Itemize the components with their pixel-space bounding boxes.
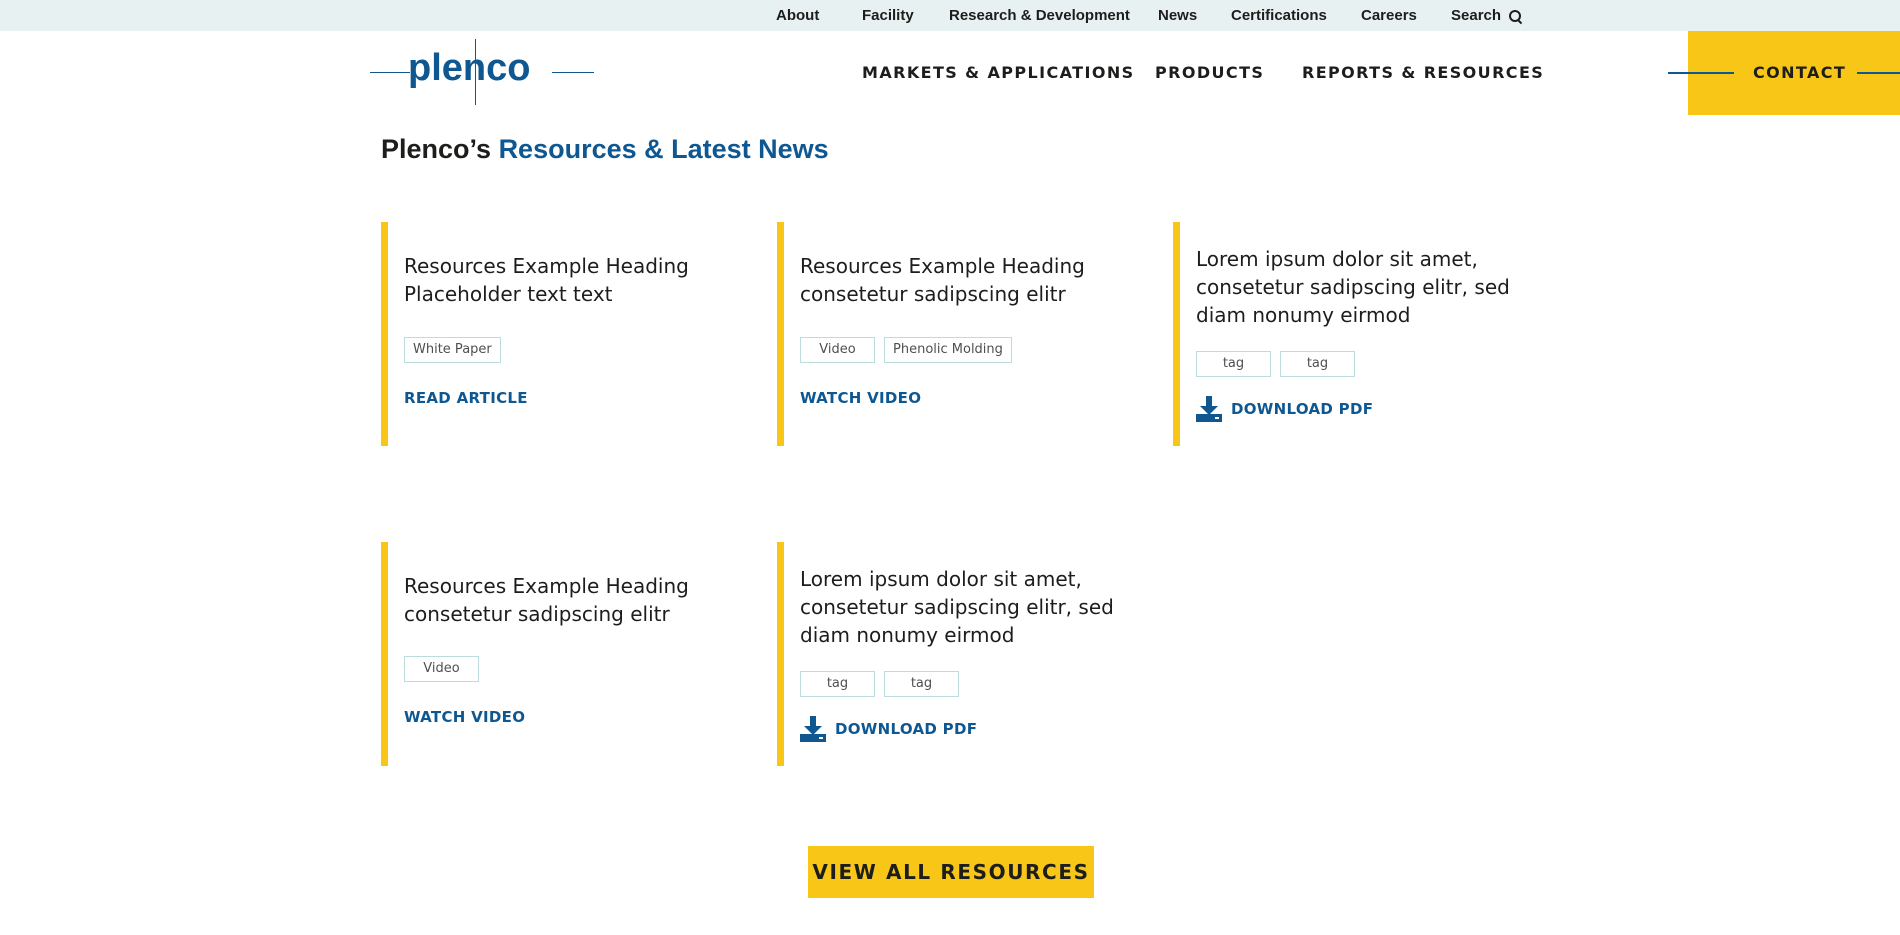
utility-bar: About Facility Research & Development Ne… bbox=[0, 0, 1900, 31]
download-pdf-link[interactable]: DOWNLOAD PDF bbox=[800, 716, 977, 742]
card-accent-bar bbox=[777, 542, 784, 766]
card-accent-bar bbox=[381, 542, 388, 766]
resource-card: Resources Example Heading consetetur sad… bbox=[777, 222, 1127, 446]
card-accent-bar bbox=[1173, 222, 1180, 446]
section-title-prefix: Plenco’s bbox=[381, 134, 492, 164]
resource-card: Resources Example Heading Placeholder te… bbox=[381, 222, 731, 446]
search-label: Search bbox=[1451, 7, 1502, 24]
card-tags: White Paper bbox=[404, 337, 501, 363]
card-tags: tag tag bbox=[1196, 351, 1355, 377]
plenco-logo[interactable]: plenco bbox=[370, 39, 594, 107]
read-article-link[interactable]: READ ARTICLE bbox=[404, 389, 528, 407]
contact-line-left bbox=[1668, 72, 1734, 74]
card-tags: Video bbox=[404, 656, 479, 682]
resource-card: Resources Example Heading consetetur sad… bbox=[381, 542, 731, 766]
card-tags: Video Phenolic Molding bbox=[800, 337, 1012, 363]
card-action-label: DOWNLOAD PDF bbox=[1231, 400, 1374, 418]
utility-link-certifications[interactable]: Certifications bbox=[1231, 7, 1327, 24]
card-action-label: WATCH VIDEO bbox=[404, 708, 526, 726]
card-tag[interactable]: tag bbox=[800, 671, 875, 697]
search-link[interactable]: Search bbox=[1451, 7, 1522, 24]
card-heading: Resources Example Heading Placeholder te… bbox=[404, 254, 689, 306]
watch-video-link[interactable]: WATCH VIDEO bbox=[800, 389, 921, 407]
card-tag[interactable]: White Paper bbox=[404, 337, 501, 363]
card-tags: tag tag bbox=[800, 671, 959, 697]
card-heading: Lorem ipsum dolor sit amet, consetetur s… bbox=[800, 567, 1114, 647]
card-action-label: WATCH VIDEO bbox=[800, 389, 922, 407]
logo-right-line bbox=[552, 72, 594, 73]
contact-label[interactable]: CONTACT bbox=[1753, 63, 1846, 82]
card-accent-bar bbox=[381, 222, 388, 446]
card-action-label: READ ARTICLE bbox=[404, 389, 528, 407]
card-tag[interactable]: tag bbox=[1196, 351, 1271, 377]
card-tag[interactable]: Video bbox=[404, 656, 479, 682]
card-tag[interactable]: tag bbox=[884, 671, 959, 697]
resource-card: Lorem ipsum dolor sit amet, consetetur s… bbox=[1173, 222, 1523, 446]
nav-products[interactable]: PRODUCTS bbox=[1155, 63, 1264, 82]
section-title: Plenco’s Resources & Latest News bbox=[381, 134, 829, 165]
card-tag[interactable]: Video bbox=[800, 337, 875, 363]
section-title-accent: Resources & Latest News bbox=[498, 134, 829, 164]
download-icon bbox=[1196, 396, 1222, 422]
utility-link-about[interactable]: About bbox=[776, 7, 819, 24]
card-heading: Resources Example Heading consetetur sad… bbox=[404, 574, 689, 626]
download-icon bbox=[800, 716, 826, 742]
utility-link-research[interactable]: Research & Development bbox=[949, 7, 1130, 24]
watch-video-link[interactable]: WATCH VIDEO bbox=[404, 708, 525, 726]
card-tag[interactable]: tag bbox=[1280, 351, 1355, 377]
card-accent-bar bbox=[777, 222, 784, 446]
search-icon bbox=[1509, 9, 1522, 22]
card-tag[interactable]: Phenolic Molding bbox=[884, 337, 1012, 363]
contact-line-right bbox=[1857, 72, 1900, 74]
logo-left-line bbox=[370, 72, 410, 73]
nav-markets-applications[interactable]: MARKETS & APPLICATIONS bbox=[862, 63, 1135, 82]
download-pdf-link[interactable]: DOWNLOAD PDF bbox=[1196, 396, 1373, 422]
logo-wordmark: plenco bbox=[408, 47, 531, 89]
utility-link-facility[interactable]: Facility bbox=[862, 7, 914, 24]
utility-link-careers[interactable]: Careers bbox=[1361, 7, 1417, 24]
nav-reports-resources[interactable]: REPORTS & RESOURCES bbox=[1302, 63, 1544, 82]
card-action-label: DOWNLOAD PDF bbox=[835, 720, 978, 738]
card-heading: Lorem ipsum dolor sit amet, consetetur s… bbox=[1196, 247, 1510, 327]
view-all-resources-button[interactable]: VIEW ALL RESOURCES bbox=[808, 846, 1094, 898]
card-heading: Resources Example Heading consetetur sad… bbox=[800, 254, 1085, 306]
resource-card: Lorem ipsum dolor sit amet, consetetur s… bbox=[777, 542, 1127, 766]
utility-link-news[interactable]: News bbox=[1158, 7, 1197, 24]
